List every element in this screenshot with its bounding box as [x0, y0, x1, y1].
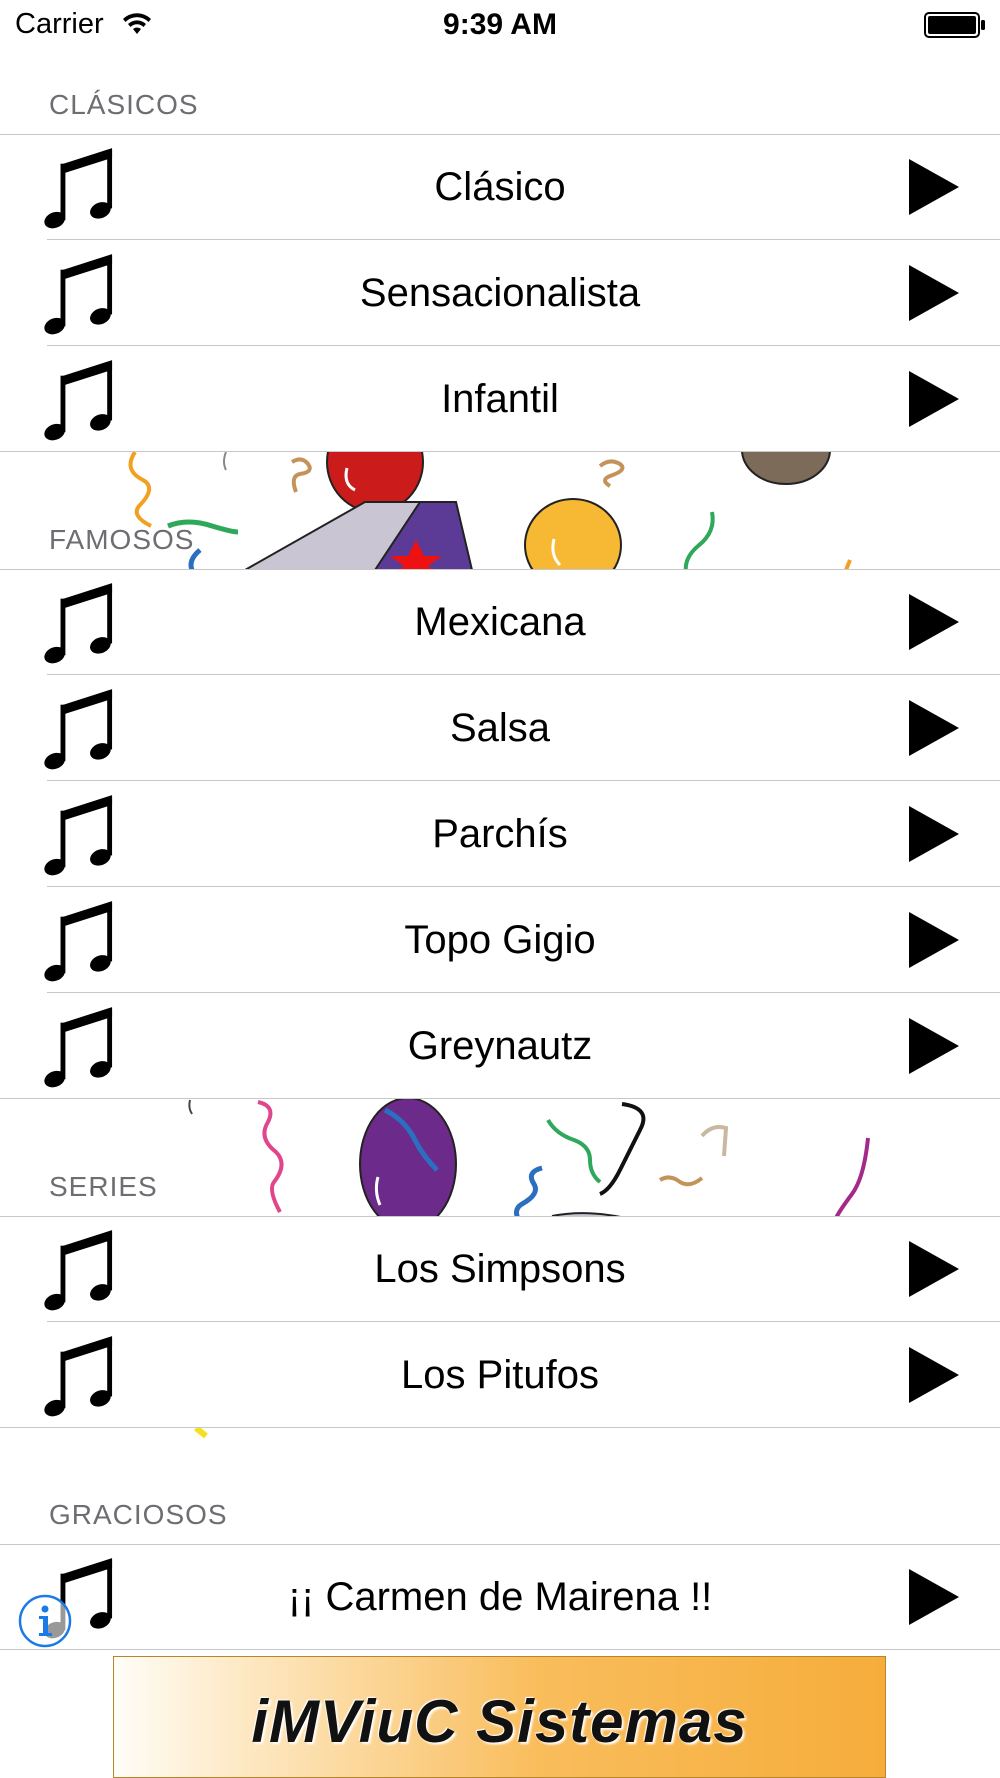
- row-label: Mexicana: [414, 600, 586, 644]
- section-title: SERIES: [49, 1171, 158, 1202]
- row-label: Salsa: [449, 706, 551, 750]
- row-label: Parchís: [432, 812, 568, 856]
- play-icon[interactable]: [909, 806, 959, 862]
- sound-row-clasico[interactable]: Clásico: [0, 134, 1000, 240]
- play-icon[interactable]: [909, 265, 959, 321]
- row-label: ¡¡ Carmen de Mairena !!: [287, 1575, 713, 1619]
- section-graciosos-list: ¡¡ Carmen de Mairena !!: [0, 1544, 1000, 1650]
- row-label: Clásico: [434, 165, 566, 209]
- confetti-group-3: [194, 1425, 208, 1439]
- section-series-list: Los Simpsons Los Pitufos: [0, 1216, 1000, 1428]
- row-label: Sensacionalista: [359, 271, 641, 315]
- play-icon[interactable]: [909, 1569, 959, 1625]
- play-icon[interactable]: [909, 594, 959, 650]
- sound-row-los-pitufos[interactable]: Los Pitufos: [0, 1322, 1000, 1428]
- row-label: Los Pitufos: [401, 1353, 599, 1397]
- sound-row-infantil[interactable]: Infantil: [0, 346, 1000, 452]
- sound-row-mexicana[interactable]: Mexicana: [0, 569, 1000, 675]
- play-icon[interactable]: [909, 1241, 959, 1297]
- section-clasicos-list: Clásico Sensacionalista Infantil: [0, 134, 1000, 452]
- section-header-clasicos: CLÁSICOS: [0, 83, 1000, 133]
- sound-row-los-simpsons[interactable]: Los Simpsons: [0, 1216, 1000, 1322]
- row-label: Topo Gigio: [404, 918, 596, 962]
- play-icon[interactable]: [909, 159, 959, 215]
- battery-icon: [924, 12, 985, 38]
- play-icon[interactable]: [909, 1347, 959, 1403]
- section-header-famosos: FAMOSOS: [0, 518, 1000, 568]
- sound-row-greynautz[interactable]: Greynautz: [0, 993, 1000, 1099]
- row-label: Los Simpsons: [374, 1247, 626, 1291]
- section-header-graciosos: GRACIOSOS: [0, 1493, 1000, 1543]
- section-famosos-list: Mexicana Salsa Parchís Topo Gigio Greyna…: [0, 569, 1000, 1099]
- sound-row-parchis[interactable]: Parchís: [0, 781, 1000, 887]
- play-icon[interactable]: [909, 371, 959, 427]
- sound-row-carmen-de-mairena[interactable]: ¡¡ Carmen de Mairena !!: [0, 1544, 1000, 1650]
- play-icon[interactable]: [909, 1018, 959, 1074]
- banner-text: iMViuC Sistemas: [251, 1688, 748, 1755]
- section-title: FAMOSOS: [49, 524, 195, 555]
- row-label: Greynautz: [407, 1024, 593, 1068]
- ad-banner[interactable]: iMViuC Sistemas: [113, 1656, 886, 1778]
- play-icon[interactable]: [909, 912, 959, 968]
- sound-row-salsa[interactable]: Salsa: [0, 675, 1000, 781]
- info-icon[interactable]: [18, 1594, 72, 1648]
- section-header-series: SERIES: [0, 1165, 1000, 1215]
- status-bar: Carrier 9:39 AM: [0, 0, 1000, 50]
- play-icon[interactable]: [909, 700, 959, 756]
- status-time: 9:39 AM: [443, 8, 557, 41]
- section-title: CLÁSICOS: [49, 89, 199, 120]
- row-label: Infantil: [441, 377, 559, 421]
- sound-row-sensacionalista[interactable]: Sensacionalista: [0, 240, 1000, 346]
- sound-row-topo-gigio[interactable]: Topo Gigio: [0, 887, 1000, 993]
- section-title: GRACIOSOS: [49, 1499, 228, 1530]
